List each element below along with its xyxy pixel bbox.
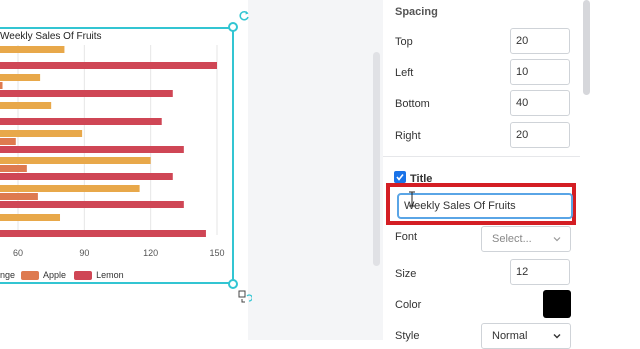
bar-orange bbox=[0, 214, 61, 221]
bar-apple bbox=[0, 138, 16, 145]
canvas-gutter bbox=[248, 0, 383, 340]
bar-lemon bbox=[0, 62, 217, 69]
bottom-label: Bottom bbox=[395, 98, 430, 110]
bar-lemon bbox=[0, 201, 184, 208]
right-input[interactable]: 20 bbox=[510, 122, 570, 148]
top-input[interactable]: 20 bbox=[510, 28, 570, 54]
bar-apple bbox=[0, 193, 38, 200]
title-text-input[interactable]: Weekly Sales Of Fruits bbox=[397, 193, 573, 219]
highlight-frame: Weekly Sales Of Fruits bbox=[386, 183, 576, 225]
panel-scrollbar-thumb[interactable] bbox=[583, 0, 590, 95]
right-label: Right bbox=[395, 130, 421, 142]
style-select-value: Normal bbox=[492, 330, 528, 342]
color-swatch[interactable] bbox=[543, 290, 571, 318]
left-input[interactable]: 10 bbox=[510, 59, 570, 85]
bar-orange bbox=[0, 74, 41, 81]
left-label: Left bbox=[395, 67, 414, 79]
bar-lemon bbox=[0, 146, 184, 153]
section-divider bbox=[383, 156, 580, 157]
bar-lemon bbox=[0, 230, 206, 237]
font-select-value: Select... bbox=[492, 233, 532, 245]
check-icon bbox=[396, 174, 404, 181]
x-tick-label: 90 bbox=[79, 248, 89, 258]
right-margin bbox=[593, 0, 640, 340]
legend-label-lemon: Lemon bbox=[96, 270, 124, 280]
size-label: Size bbox=[395, 268, 417, 280]
duplicate-icon[interactable] bbox=[238, 290, 252, 304]
style-select[interactable]: Normal bbox=[481, 323, 571, 349]
x-tick-label: 60 bbox=[13, 248, 23, 258]
size-input[interactable]: 12 bbox=[510, 259, 570, 285]
legend-swatch-apple bbox=[21, 270, 40, 280]
font-select[interactable]: Select... bbox=[481, 226, 571, 252]
properties-panel: Spacing Top 20 Left 10 Bottom 40 Right 2… bbox=[383, 0, 580, 349]
bar-lemon bbox=[0, 173, 173, 180]
color-label: Color bbox=[395, 299, 422, 311]
bar-lemon bbox=[0, 118, 162, 125]
bar-apple bbox=[0, 82, 3, 89]
text-cursor-icon bbox=[409, 191, 415, 207]
style-label: Style bbox=[395, 330, 420, 342]
chevron-down-icon bbox=[553, 237, 561, 242]
bar-lemon bbox=[0, 90, 173, 97]
bar-orange bbox=[0, 185, 140, 192]
spacing-section-title: Spacing bbox=[395, 6, 438, 18]
title-checkbox[interactable] bbox=[394, 171, 406, 183]
bar-apple bbox=[0, 165, 27, 172]
canvas-scrollbar[interactable] bbox=[373, 52, 380, 266]
top-label: Top bbox=[395, 36, 413, 48]
bar-orange bbox=[0, 130, 83, 137]
bar-orange bbox=[0, 157, 151, 164]
bottom-input[interactable]: 40 bbox=[510, 90, 570, 116]
bar-chart: 60 90 120 150 bbox=[0, 45, 225, 258]
legend-swatch-lemon bbox=[74, 270, 93, 280]
legend-label-apple: Apple bbox=[43, 270, 67, 280]
bar-orange bbox=[0, 102, 52, 109]
legend-label-orange: nge bbox=[0, 270, 16, 280]
bar-orange bbox=[0, 46, 65, 53]
font-label: Font bbox=[395, 231, 418, 243]
x-tick-label: 150 bbox=[209, 248, 224, 258]
x-tick-label: 120 bbox=[143, 248, 158, 258]
resize-handle-bottom-right[interactable] bbox=[228, 279, 238, 289]
chart-legend: nge Apple Lemon bbox=[0, 270, 124, 280]
